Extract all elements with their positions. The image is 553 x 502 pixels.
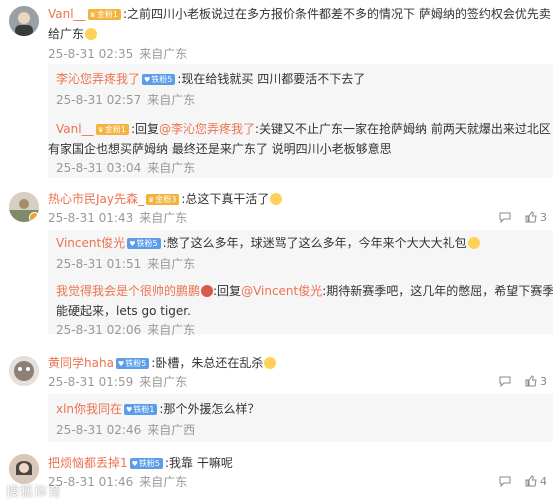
user-avatar-icon xyxy=(9,356,39,386)
comment-item: 把烦恼都丢掉1 ♥铁粉5:我靠 干嘛呢 25-8-31 01:46 来自广东 4 xyxy=(0,452,553,502)
reply-text: xln你我同在 ♥铁粉1:那个外援怎么样？ xyxy=(56,402,260,416)
reply-box: 李沁您弄疼我了 ♥铁粉5:现在给钱就买 四川都要活不下去了 25-8-31 02:… xyxy=(48,64,553,178)
fan-badge: ♥铁粉5 xyxy=(142,74,176,85)
reply-location: 来自广东 xyxy=(147,323,196,337)
reply-text: Vanl__ ♛金粉1:回复@李沁您弄疼我了:关键又不止广东一家在抢萨姆纳 前两天… xyxy=(56,122,551,136)
comment-username[interactable]: Vanl__ xyxy=(48,7,86,21)
comment-date: 25-8-31 01:43 xyxy=(48,211,134,225)
vip-icon xyxy=(29,212,39,222)
comment-meta: 25-8-31 01:43 来自广东 xyxy=(48,210,187,226)
reply-text-cont: 有家国企也想买萨姆纳 最终还是来广东了 说明四川小老板够意思 xyxy=(48,142,392,156)
comment-actions: 3 xyxy=(489,374,547,390)
reply-date: 25-8-31 01:51 xyxy=(56,257,142,271)
reply-location: 来自广东 xyxy=(147,161,196,175)
comment-username[interactable]: 热心市民Jay先森_ xyxy=(48,192,144,206)
thumbs-up-icon xyxy=(525,211,537,223)
reply-button[interactable] xyxy=(499,474,511,490)
reply-button[interactable] xyxy=(499,210,511,226)
fan-badge: ♥铁粉1 xyxy=(124,404,158,415)
comment-item: Vanl__ ♛金粉1:之前四川小老板说过在多方报价条件都差不多的情况下 萨姆纳的… xyxy=(0,0,553,178)
fan-badge: ♛金粉1 xyxy=(87,9,121,20)
comment-date: 25-8-31 02:35 xyxy=(48,47,134,61)
comment-meta: 25-8-31 01:59 来自广东 xyxy=(48,374,187,390)
emoji-icon xyxy=(201,285,214,297)
like-count: 3 xyxy=(540,211,547,224)
avatar[interactable] xyxy=(9,454,39,484)
mention-link[interactable]: @Vincent俊光 xyxy=(241,284,322,298)
fan-badge: ♥铁粉5 xyxy=(127,238,161,249)
watermark: 搜狐体育 xyxy=(6,485,63,500)
reply-text: Vincent俊光 ♥铁粉5:憋了这么多年，球迷骂了这么多年，今年来个大大大礼包 xyxy=(56,232,480,254)
fan-badge: ♛金粉1 xyxy=(95,124,129,135)
comment-item: 黄同学haha ♥铁粉5:卧槽，朱总还在乱杀 25-8-31 01:59 来自广东 … xyxy=(0,352,553,442)
reply-date: 25-8-31 03:04 xyxy=(56,161,142,175)
reply-text-cont: 能硬起来，lets go tiger. xyxy=(56,304,191,318)
reply-text: 我觉得我会是个很帅的鹏鹏:回复@Vincent俊光:期待新赛季吧，这几年的憋屈，… xyxy=(56,284,553,298)
reply-box: Vincent俊光 ♥铁粉5:憋了这么多年，球迷骂了这么多年，今年来个大大大礼包 … xyxy=(48,230,553,337)
reply-meta: 25-8-31 03:04 来自广东 xyxy=(56,160,195,176)
comment-text: 黄同学haha ♥铁粉5:卧槽，朱总还在乱杀 xyxy=(48,352,277,374)
reply-date: 25-8-31 02:46 xyxy=(56,423,142,437)
like-button[interactable]: 3 xyxy=(525,210,547,226)
fan-badge: ♥铁粉5 xyxy=(115,358,150,369)
comment-actions: 3 xyxy=(489,210,547,226)
reply-meta: 25-8-31 02:57 来自广东 xyxy=(56,92,195,108)
reply-icon xyxy=(499,476,511,487)
mention-link[interactable]: @李沁您弄疼我了 xyxy=(159,122,255,136)
comment-username[interactable]: 把烦恼都丢掉1 xyxy=(48,456,128,470)
emoji-icon xyxy=(85,28,98,40)
emoji-icon xyxy=(264,357,277,369)
fan-badge: ♛金粉3 xyxy=(146,194,180,205)
reply-button[interactable] xyxy=(499,374,511,390)
reply-username[interactable]: Vincent俊光 xyxy=(56,236,125,250)
comment-item: 热心市民Jay先森_ ♛金粉3:总这下真干活了 25-8-31 01:43 来自广东… xyxy=(0,188,553,338)
comment-text: 热心市民Jay先森_ ♛金粉3:总这下真干活了 xyxy=(48,188,283,210)
thumbs-up-icon xyxy=(525,375,537,387)
reply-meta: 25-8-31 02:06 来自广东 xyxy=(56,322,195,338)
comment-location: 来自广东 xyxy=(139,47,188,61)
comment-actions: 4 xyxy=(489,474,547,490)
comment-username[interactable]: 黄同学haha xyxy=(48,356,114,370)
reply-box: xln你我同在 ♥铁粉1:那个外援怎么样？ 25-8-31 02:46 来自广西 xyxy=(48,394,553,442)
comment-location: 来自广东 xyxy=(139,375,188,389)
comment-location: 来自广东 xyxy=(139,211,188,225)
comment-date: 25-8-31 01:59 xyxy=(48,375,134,389)
reply-location: 来自广东 xyxy=(147,257,196,271)
comment-text: 把烦恼都丢掉1 ♥铁粉5:我靠 干嘛呢 xyxy=(48,456,233,470)
reply-location: 来自广东 xyxy=(147,93,196,107)
avatar[interactable] xyxy=(9,192,39,222)
comment-meta: 25-8-31 01:46 来自广东 xyxy=(48,474,187,490)
reply-icon xyxy=(499,376,511,387)
emoji-icon xyxy=(467,237,480,249)
like-button[interactable]: 4 xyxy=(525,474,547,490)
user-avatar-icon xyxy=(9,6,39,36)
comment-text-cont: 给广东 xyxy=(48,23,98,45)
reply-location: 来自广西 xyxy=(147,423,196,437)
reply-username[interactable]: xln你我同在 xyxy=(56,402,122,416)
reply-text: 李沁您弄疼我了 ♥铁粉5:现在给钱就买 四川都要活不下去了 xyxy=(56,72,366,86)
reply-username[interactable]: 我觉得我会是个很帅的鹏鹏 xyxy=(56,284,200,298)
reply-username[interactable]: Vanl__ xyxy=(56,122,94,136)
user-avatar-icon xyxy=(9,454,39,484)
thumbs-up-icon xyxy=(525,475,537,487)
reply-username[interactable]: 李沁您弄疼我了 xyxy=(56,72,140,86)
reply-icon xyxy=(499,212,511,223)
reply-meta: 25-8-31 02:46 来自广西 xyxy=(56,422,195,438)
comment-text: Vanl__ ♛金粉1:之前四川小老板说过在多方报价条件都差不多的情况下 萨姆纳的… xyxy=(48,7,551,21)
comment-meta: 25-8-31 02:35 来自广东 xyxy=(48,46,187,62)
like-count: 3 xyxy=(540,375,547,388)
emoji-icon xyxy=(270,193,283,205)
like-count: 4 xyxy=(540,475,547,488)
reply-date: 25-8-31 02:57 xyxy=(56,93,142,107)
reply-meta: 25-8-31 01:51 来自广东 xyxy=(56,256,195,272)
avatar[interactable] xyxy=(9,6,39,36)
comment-location: 来自广东 xyxy=(139,475,188,489)
avatar[interactable] xyxy=(9,356,39,386)
fan-badge: ♥铁粉5 xyxy=(129,458,164,469)
like-button[interactable]: 3 xyxy=(525,374,547,390)
reply-date: 25-8-31 02:06 xyxy=(56,323,142,337)
